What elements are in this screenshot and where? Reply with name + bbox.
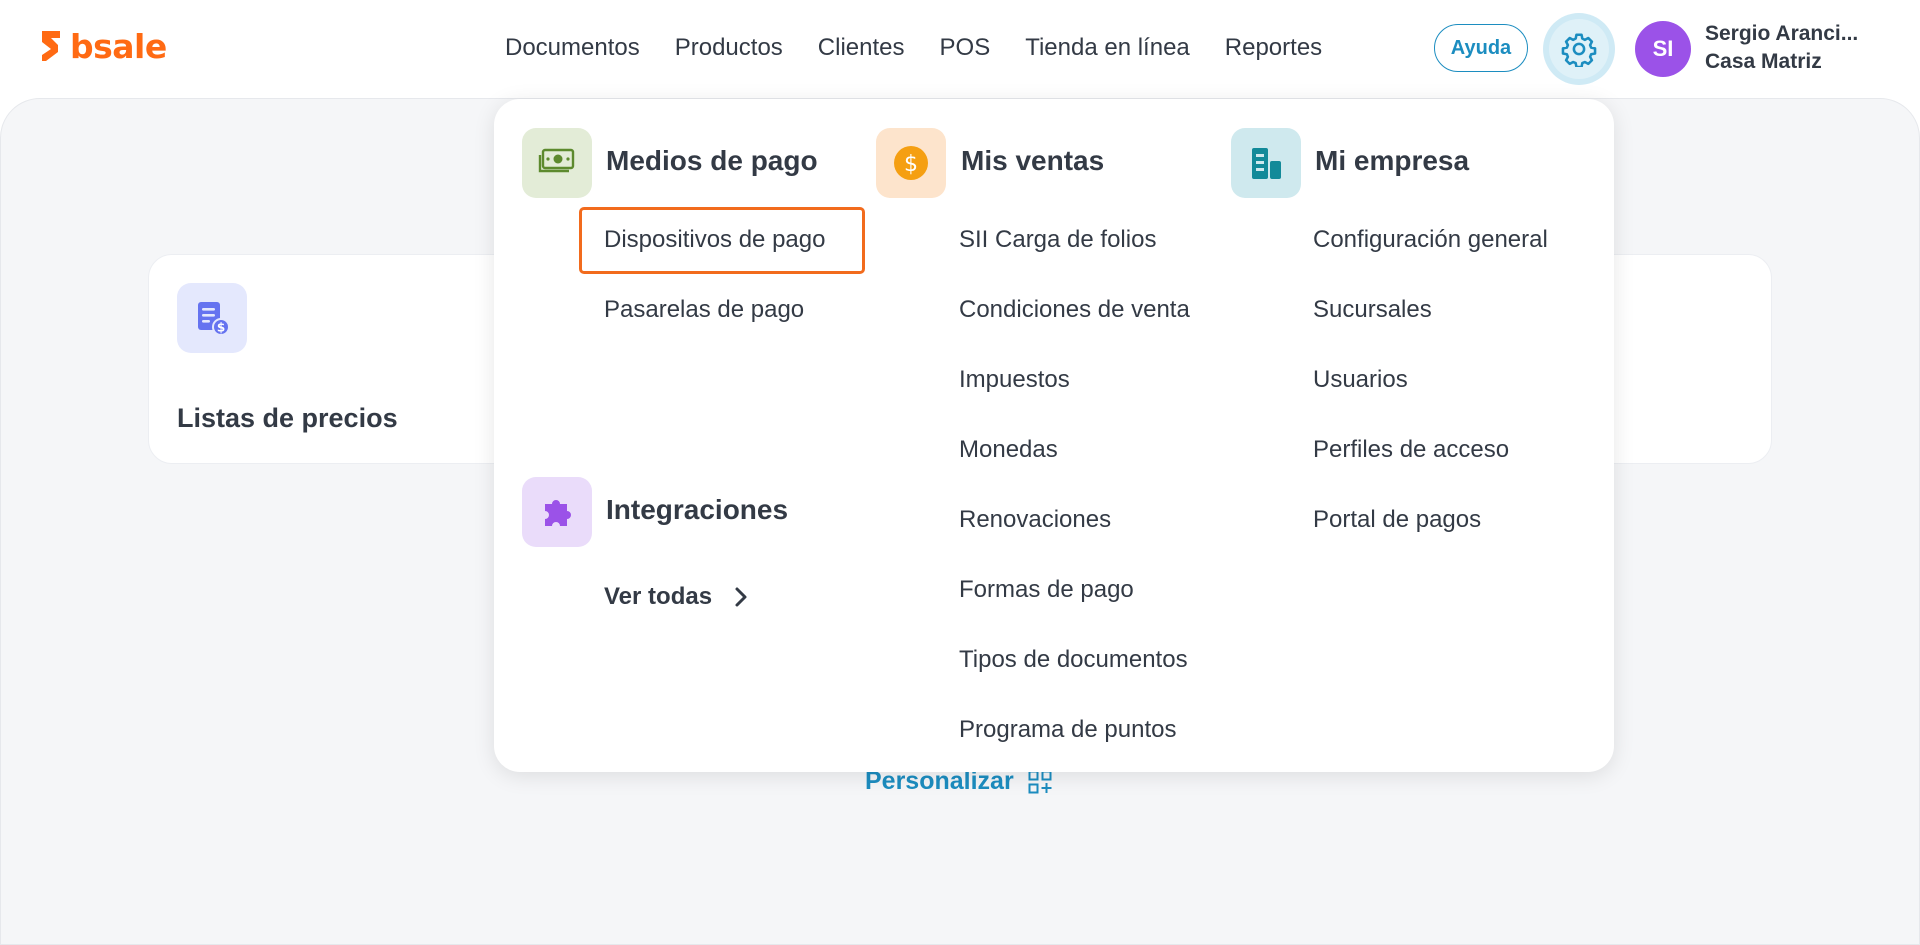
programa-de-puntos-link[interactable]: Programa de puntos (959, 716, 1176, 744)
mi-empresa-title: Mi empresa (1315, 145, 1470, 176)
cash-icon (522, 128, 592, 198)
renovaciones-link[interactable]: Renovaciones (959, 506, 1111, 534)
user-name[interactable]: Sergio Aranci... (1705, 22, 1858, 46)
building-icon (1231, 128, 1301, 198)
logo-text: bsale (70, 26, 167, 66)
formas-de-pago-link[interactable]: Formas de pago (959, 576, 1134, 604)
settings-button[interactable] (1543, 13, 1615, 85)
main-nav: Documentos Productos Clientes POS Tienda… (505, 34, 1357, 62)
nav-documentos[interactable]: Documentos (505, 34, 640, 62)
nav-reportes[interactable]: Reportes (1225, 34, 1322, 62)
svg-text:$: $ (217, 321, 225, 335)
nav-clientes[interactable]: Clientes (818, 34, 905, 62)
price-list-icon: $ (177, 283, 247, 353)
card-title: Listas de precios (177, 403, 398, 433)
dollar-coin-icon: $ (876, 128, 946, 198)
svg-text:$: $ (904, 152, 918, 177)
nav-tienda-en-linea[interactable]: Tienda en línea (1025, 34, 1190, 62)
nav-pos[interactable]: POS (940, 34, 991, 62)
gear-icon (1561, 33, 1597, 67)
bsale-logo[interactable]: bsale (38, 26, 167, 66)
dispositivos-de-pago-link[interactable]: Dispositivos de pago (604, 226, 825, 254)
perfiles-de-acceso-link[interactable]: Perfiles de acceso (1313, 436, 1509, 464)
portal-de-pagos-link[interactable]: Portal de pagos (1313, 506, 1481, 534)
mis-ventas-title: Mis ventas (961, 145, 1105, 176)
settings-button-inner (1549, 19, 1609, 79)
usuarios-link[interactable]: Usuarios (1313, 366, 1408, 394)
puzzle-icon (522, 477, 592, 547)
nav-productos[interactable]: Productos (675, 34, 783, 62)
avatar[interactable]: SI (1635, 21, 1691, 77)
user-branch[interactable]: Casa Matriz (1705, 50, 1822, 74)
help-button[interactable]: Ayuda (1434, 24, 1528, 72)
ver-todas-link[interactable]: Ver todas (604, 583, 748, 611)
bsale-logo-icon (42, 31, 60, 61)
configuracion-general-link[interactable]: Configuración general (1313, 226, 1548, 254)
top-bar: bsale Documentos Productos Clientes POS … (0, 0, 1920, 98)
ver-todas-label: Ver todas (604, 583, 713, 610)
integraciones-title: Integraciones (606, 494, 789, 525)
condiciones-de-venta-link[interactable]: Condiciones de venta (959, 296, 1190, 324)
sii-carga-de-folios-link[interactable]: SII Carga de folios (959, 226, 1156, 254)
qr-add-icon (1028, 770, 1052, 793)
monedas-link[interactable]: Monedas (959, 436, 1058, 464)
medios-de-pago-title: Medios de pago (606, 145, 818, 176)
sucursales-link[interactable]: Sucursales (1313, 296, 1432, 324)
pasarelas-de-pago-link[interactable]: Pasarelas de pago (604, 296, 804, 324)
impuestos-link[interactable]: Impuestos (959, 366, 1070, 394)
tipos-de-documentos-link[interactable]: Tipos de documentos (959, 646, 1188, 674)
chevron-right-icon (735, 587, 747, 607)
